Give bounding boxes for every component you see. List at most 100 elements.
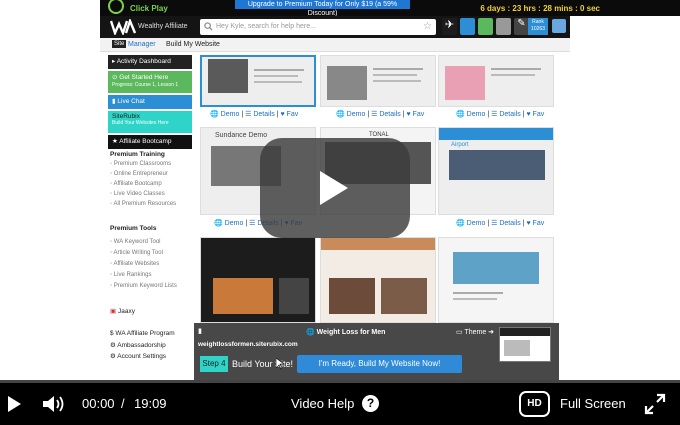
theme-label[interactable]: ▭ Theme ➜ [456,328,494,336]
build-website-button[interactable]: I'm Ready, Build My Website Now! [297,355,462,373]
airplane-icon[interactable]: ✈ [442,18,457,35]
details-link[interactable]: Details [499,220,520,227]
tile-actions: 🌐 Demo | ☰ Details | ♥ Fav [336,111,425,118]
sidebar-link[interactable]: ◦ Live Rankings [110,272,151,278]
current-time: 00:00 [82,396,115,411]
site-header: Wealthy Affiliate Hey Kyle, search for h… [100,16,570,38]
sidebar-item-label: Live Chat [117,98,145,105]
details-link[interactable]: Details [253,111,274,118]
sidebar-link-jaaxy[interactable]: ▣ Jaaxy [110,307,135,315]
theme-thumbnail [499,327,551,362]
community-icon[interactable] [460,18,475,35]
theme-tile[interactable] [200,55,316,107]
theme-tile[interactable] [320,237,436,323]
siterubix-subtitle: Build Your Websites Here [112,120,169,126]
demo-link[interactable]: Demo [347,111,366,118]
sidebar-link-account[interactable]: ⚙ Account Settings [110,352,166,360]
theme-tile[interactable] [320,55,436,107]
theme-tile[interactable] [438,237,554,323]
fav-link[interactable]: Fav [533,111,545,118]
rank-badge[interactable]: Rank 10263 [528,18,548,35]
sidebar-item-activity[interactable]: ▸ Activity Dashboard [108,55,192,69]
sidebar-item-bootcamp[interactable]: ★ Affiliate Bootcamp [108,135,192,149]
star-icon[interactable]: ☆ [423,21,432,32]
sidebar-link[interactable]: ◦ Affiliate Bootcamp [110,181,162,187]
tile-actions: 🌐 Demo | ☰ Details | ♥ Fav [456,111,545,118]
details-link[interactable]: Details [379,111,400,118]
countdown-timer: 6 days : 23 hrs : 28 mins : 0 sec [480,4,600,13]
duration: 19:09 [134,396,167,411]
sidebar-item-label: Get Started Here [119,74,169,81]
sidebar-link[interactable]: ◦ Online Entrepreneur [110,171,168,177]
sidebar-item-label: Affiliate Bootcamp [119,138,172,145]
tile-title: Sundance Demo [215,132,268,139]
demo-link[interactable]: Demo [467,220,486,227]
fav-link[interactable]: Fav [533,220,545,227]
sidebar-link[interactable]: ◦ Live Video Classes [110,191,165,197]
hd-button[interactable]: HD [519,391,550,417]
build-website-link[interactable]: Build My Website [166,41,220,48]
demo-link[interactable]: Demo [225,220,244,227]
mail-icon[interactable] [496,18,511,35]
play-icon[interactable] [8,396,21,412]
wa-logo-icon[interactable] [110,19,136,35]
build-step-overlay: ▮ 🌐 Weight Loss for Men ▭ Theme ➜ weight… [194,323,559,381]
jaaxy-icon: ▣ [110,308,117,315]
sidebar-item-label: SiteRubix [112,113,140,120]
search-input[interactable]: Hey Kyle, search for help here... ☆ [200,19,436,35]
site-url: weightlossformen.siterubix.com [198,341,298,348]
sidebar-link[interactable]: ◦ WA Keyword Tool [110,239,160,245]
brand-name: Wealthy Affiliate [138,23,188,30]
site-badge: Site [112,40,127,48]
progress-text: Progress: Course 1, Lesson 1 [112,82,179,88]
tile-actions: 🌐 Demo | ☰ Details | ♥ Fav [456,220,545,227]
sidebar-item-live-chat[interactable]: ▮ Live Chat [108,95,192,109]
theme-tile[interactable]: Airport [438,127,554,215]
pen-icon[interactable]: ✎ [514,18,529,35]
tile-actions: 🌐 Demo | ☰ Details | ♥ Fav [210,111,299,118]
globe-icon[interactable] [478,18,493,35]
fullscreen-icon[interactable] [644,393,666,415]
theme-tile[interactable] [200,237,316,323]
demo-link[interactable]: Demo [467,111,486,118]
sidebar-link[interactable]: ◦ Premium Classrooms [110,161,171,167]
search-icon [204,22,213,31]
cursor-icon [276,358,284,370]
fav-link[interactable]: Fav [287,111,299,118]
sidebar-link[interactable]: ◦ Premium Keyword Lists [110,283,177,289]
video-frame[interactable]: Click Play Upgrade to Premium Today for … [0,0,680,383]
help-icon[interactable]: ? [362,395,379,412]
click-play-label[interactable]: Click Play [130,4,168,13]
sidebar-item-siterubix[interactable]: SiteRubix Build Your Websites Here [108,111,192,133]
play-circle-icon[interactable] [108,0,124,14]
upgrade-banner[interactable]: Upgrade to Premium Today for Only $19 (a… [235,0,410,17]
full-screen-button[interactable]: Full Screen [560,396,626,411]
search-placeholder: Hey Kyle, search for help here... [216,23,316,30]
site-title: 🌐 Weight Loss for Men [306,329,386,336]
sidebar-link[interactable]: ◦ Affiliate Websites [110,261,159,267]
sites-icon[interactable] [552,19,566,33]
demo-link[interactable]: Demo [221,111,240,118]
volume-icon[interactable] [42,394,66,414]
sidebar-item-label: Activity Dashboard [116,58,171,65]
details-link[interactable]: Details [499,111,520,118]
sidebar-item-get-started[interactable]: ⊙ Get Started Here Progress: Course 1, L… [108,71,192,93]
step-badge: Step 4 [200,356,228,372]
sidebar-link-ambassador[interactable]: ⚙ Ambassadorship [110,341,166,349]
play-icon [320,171,348,205]
training-heading: Premium Training [110,151,165,158]
theme-tile[interactable] [438,55,554,107]
sidebar-link[interactable]: ◦ Article Writing Tool [110,250,163,256]
subnav: Site Manager Build My Website [100,38,570,52]
page-icon: ▮ [198,328,202,335]
tile-title: Airport [451,142,469,148]
site-manager-link[interactable]: Manager [128,41,156,48]
play-video-button[interactable] [260,138,410,238]
video-controls: 00:00 / 19:09 Video Help ? HD Full Scree… [0,383,680,425]
promo-bar: Click Play Upgrade to Premium Today for … [100,0,680,17]
fav-link[interactable]: Fav [413,111,425,118]
video-help-button[interactable]: Video Help [291,396,354,411]
sidebar-link[interactable]: ◦ All Premium Resources [110,201,176,207]
sidebar-link-program[interactable]: $ WA Affiliate Program [110,330,175,337]
tools-heading: Premium Tools [110,225,157,232]
